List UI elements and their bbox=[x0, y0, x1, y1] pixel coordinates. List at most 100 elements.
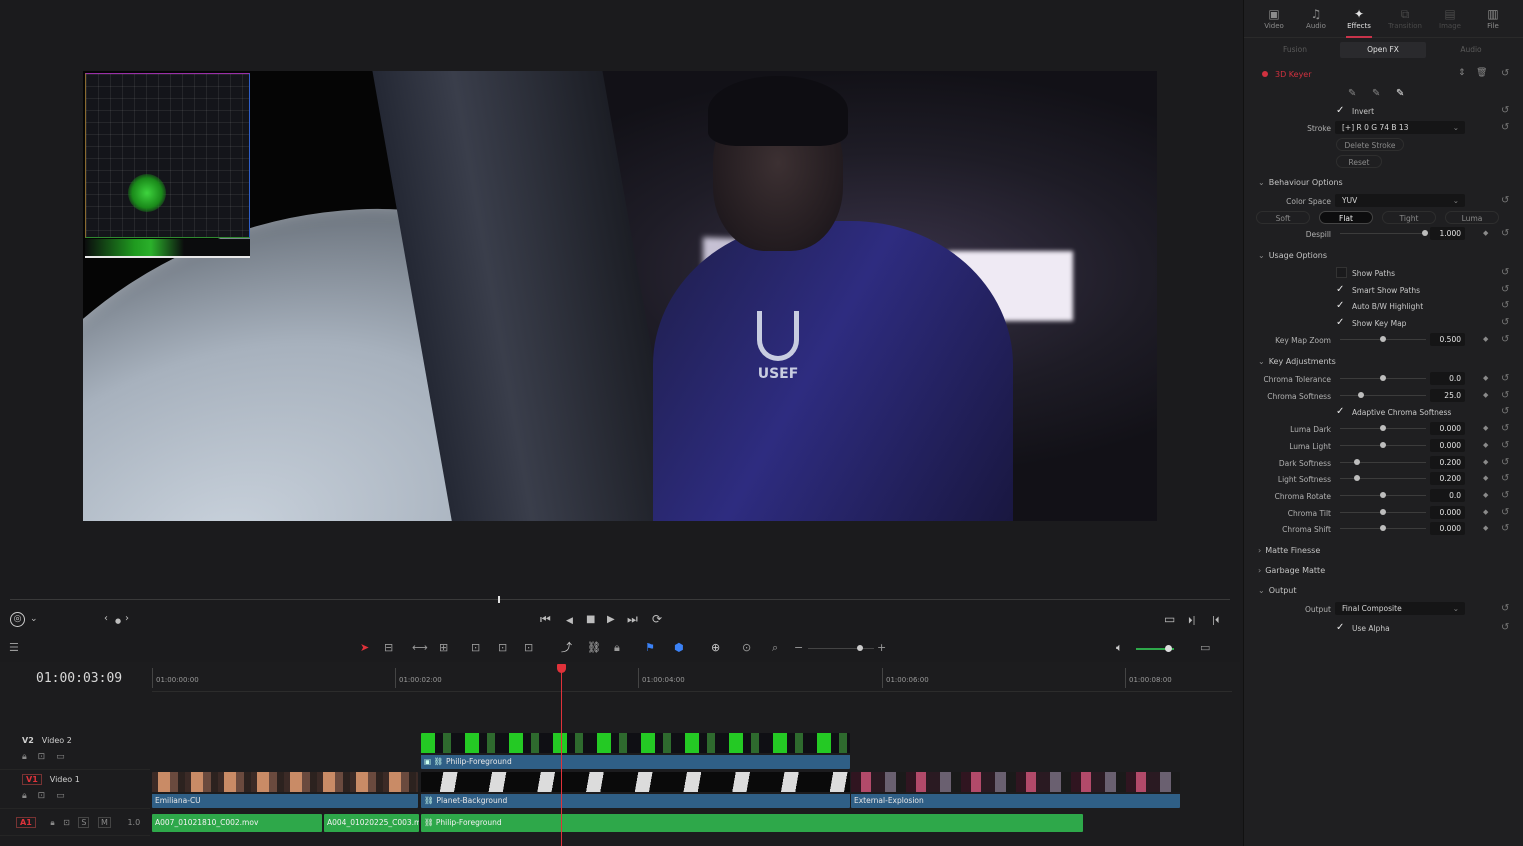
next-edit-icon[interactable]: ⏵| bbox=[1188, 614, 1196, 628]
clip-v1-external-explosion[interactable]: External-Explosion bbox=[851, 772, 1180, 808]
chevron-down-icon[interactable]: ⌄ bbox=[30, 612, 38, 626]
audio-clip-a004[interactable]: A004_01020225_C003.m... bbox=[324, 814, 419, 832]
adaptive-chroma-softness-checkbox[interactable]: ✓ bbox=[1336, 406, 1347, 417]
zoom-out-icon[interactable]: − bbox=[794, 642, 803, 654]
garbage-matte-header[interactable]: › Garbage Matte bbox=[1258, 566, 1325, 575]
reset-icon[interactable]: ↺ bbox=[1501, 122, 1509, 133]
lock-icon[interactable]: 🔒︎ bbox=[22, 752, 27, 762]
zoom-in-icon[interactable]: + bbox=[877, 642, 886, 654]
keyframe-icon[interactable]: ◆ bbox=[1483, 474, 1488, 482]
keyframe-icon[interactable]: ◆ bbox=[1483, 524, 1488, 532]
reset-icon[interactable]: ↺ bbox=[1501, 603, 1509, 614]
keyframe-icon[interactable]: ◆ bbox=[1483, 458, 1488, 466]
nav-prev-icon[interactable]: ‹ bbox=[104, 612, 108, 626]
output-header[interactable]: ⌄ Output bbox=[1258, 586, 1297, 595]
dark-softness-slider[interactable] bbox=[1340, 459, 1426, 465]
zoom-custom-icon[interactable]: ⌕ bbox=[772, 642, 778, 654]
track-header-a1[interactable]: A1 🔒︎ ⊡ S M 1.0 bbox=[0, 812, 150, 836]
despill-slider[interactable] bbox=[1340, 230, 1428, 236]
reset-icon[interactable]: ↺ bbox=[1501, 317, 1509, 328]
play-reverse-icon[interactable]: ◀ bbox=[566, 614, 573, 628]
trash-icon[interactable]: 🗑︎ bbox=[1476, 68, 1487, 78]
timeline-ruler[interactable]: 01:00:00:00 01:00:02:00 01:00:04:00 01:0… bbox=[152, 668, 1232, 692]
keyframe-icon[interactable]: ◆ bbox=[1483, 441, 1488, 449]
chroma-tilt-value[interactable]: 0.000 bbox=[1430, 506, 1465, 519]
reset-icon[interactable]: ↺ bbox=[1501, 68, 1509, 79]
show-paths-checkbox[interactable] bbox=[1336, 267, 1347, 278]
scrubber-head[interactable] bbox=[498, 596, 500, 603]
chroma-tilt-slider[interactable] bbox=[1340, 509, 1426, 515]
keyframe-icon[interactable]: ◆ bbox=[1483, 391, 1488, 399]
stop-icon[interactable]: ■ bbox=[586, 613, 595, 627]
mode-flat-button[interactable]: Flat bbox=[1319, 211, 1373, 224]
keyframe-icon[interactable]: ◆ bbox=[1483, 335, 1488, 343]
tab-file[interactable]: ▥ File bbox=[1472, 6, 1514, 30]
key-map-zoom-value[interactable]: 0.500 bbox=[1430, 333, 1465, 346]
clip-v2-philip-foreground[interactable]: ▣ ⛓ Philip-Foreground bbox=[421, 733, 850, 769]
tab-video[interactable]: ▣ Video bbox=[1253, 6, 1295, 30]
play-icon[interactable]: ▶ bbox=[607, 613, 615, 627]
chroma-tolerance-slider[interactable] bbox=[1340, 375, 1426, 381]
track-header-v2[interactable]: V2 Video 2 🔒︎ ⊡ ▭ bbox=[0, 732, 150, 770]
stroke-dropdown[interactable]: [+] R 0 G 74 B 13 ⌄ bbox=[1335, 121, 1465, 134]
chroma-softness-value[interactable]: 25.0 bbox=[1430, 389, 1465, 402]
reset-icon[interactable]: ↺ bbox=[1501, 523, 1509, 534]
nav-dot-icon[interactable]: ● bbox=[115, 614, 121, 628]
despill-value[interactable]: 1.000 bbox=[1430, 227, 1465, 240]
zoom-slider[interactable] bbox=[808, 645, 874, 651]
tab-effects[interactable]: ✦ Effects bbox=[1338, 6, 1380, 38]
lock-icon[interactable]: 🔒︎ bbox=[22, 791, 27, 801]
tab-transition[interactable]: ⧉ Transition bbox=[1384, 6, 1426, 30]
nav-next-icon[interactable]: › bbox=[125, 612, 129, 626]
reset-icon[interactable]: ↺ bbox=[1501, 473, 1509, 484]
keyframe-icon[interactable]: ◆ bbox=[1483, 374, 1488, 382]
effect-enable-dot[interactable] bbox=[1262, 71, 1268, 77]
invert-checkbox[interactable]: ✓ bbox=[1336, 105, 1347, 116]
chroma-softness-slider[interactable] bbox=[1340, 392, 1426, 398]
chroma-rotate-value[interactable]: 0.0 bbox=[1430, 489, 1465, 502]
usage-options-header[interactable]: ⌄ Usage Options bbox=[1258, 251, 1327, 260]
tab-image[interactable]: ▤ Image bbox=[1429, 6, 1471, 30]
luma-dark-value[interactable]: 0.000 bbox=[1430, 422, 1465, 435]
zoom-detail-icon[interactable]: ⊙ bbox=[742, 642, 751, 654]
color-space-dropdown[interactable]: YUV ⌄ bbox=[1335, 194, 1465, 207]
reset-icon[interactable]: ↺ bbox=[1501, 195, 1509, 206]
track-enable-icon[interactable]: ▭ bbox=[56, 791, 65, 801]
snapping-icon[interactable]: ⤴ bbox=[561, 642, 572, 654]
trim-tool-icon[interactable]: ⊟ bbox=[384, 642, 393, 654]
track-enable-icon[interactable]: ▭ bbox=[56, 752, 65, 762]
keyframe-icon[interactable]: ◆ bbox=[1483, 508, 1488, 516]
viewer-scrubber[interactable] bbox=[10, 599, 1230, 600]
resolve-logo-icon[interactable]: ◎ bbox=[10, 612, 25, 627]
subtab-open-fx[interactable]: Open FX bbox=[1340, 42, 1426, 58]
marker-icon[interactable]: ⬢ bbox=[674, 642, 684, 654]
effect-header[interactable]: 3D Keyer ⇕ 🗑︎ ↺ bbox=[1244, 67, 1523, 83]
mode-luma-button[interactable]: Luma bbox=[1445, 211, 1499, 224]
keyframe-icon[interactable]: ◆ bbox=[1483, 424, 1488, 432]
overwrite-clip-icon[interactable]: ⊡ bbox=[498, 642, 507, 654]
reset-button[interactable]: Reset bbox=[1336, 155, 1382, 168]
luma-dark-slider[interactable] bbox=[1340, 425, 1426, 431]
chroma-shift-slider[interactable] bbox=[1340, 525, 1426, 531]
reset-icon[interactable]: ↺ bbox=[1501, 622, 1509, 633]
speaker-icon[interactable]: 🔈︎ bbox=[1116, 642, 1123, 654]
delete-stroke-button[interactable]: Delete Stroke bbox=[1336, 138, 1404, 151]
playhead-handle[interactable] bbox=[557, 664, 566, 673]
auto-select-icon[interactable]: ⊡ bbox=[38, 791, 46, 801]
subtab-audio[interactable]: Audio bbox=[1428, 42, 1514, 58]
chroma-tolerance-value[interactable]: 0.0 bbox=[1430, 372, 1465, 385]
behaviour-options-header[interactable]: ⌄ Behaviour Options bbox=[1258, 178, 1343, 187]
key-map-zoom-slider[interactable] bbox=[1340, 336, 1426, 342]
reset-icon[interactable]: ↺ bbox=[1501, 457, 1509, 468]
insert-clip-icon[interactable]: ⊡ bbox=[471, 642, 480, 654]
link-icon[interactable]: ⛓ bbox=[587, 642, 601, 654]
reset-icon[interactable]: ↺ bbox=[1501, 373, 1509, 384]
position-lock-icon[interactable]: 🔒︎ bbox=[614, 642, 620, 654]
solo-button[interactable]: S bbox=[78, 817, 90, 828]
updown-icon[interactable]: ⇕ bbox=[1458, 68, 1466, 78]
blade-tool-icon[interactable]: ⊞ bbox=[439, 642, 448, 654]
mute-button[interactable]: M bbox=[98, 817, 111, 828]
pick-minus-icon[interactable]: ✎ bbox=[1372, 88, 1380, 99]
flag-icon[interactable]: ⚑ bbox=[645, 642, 655, 654]
fullscreen-icon[interactable]: ▭ bbox=[1164, 612, 1175, 626]
